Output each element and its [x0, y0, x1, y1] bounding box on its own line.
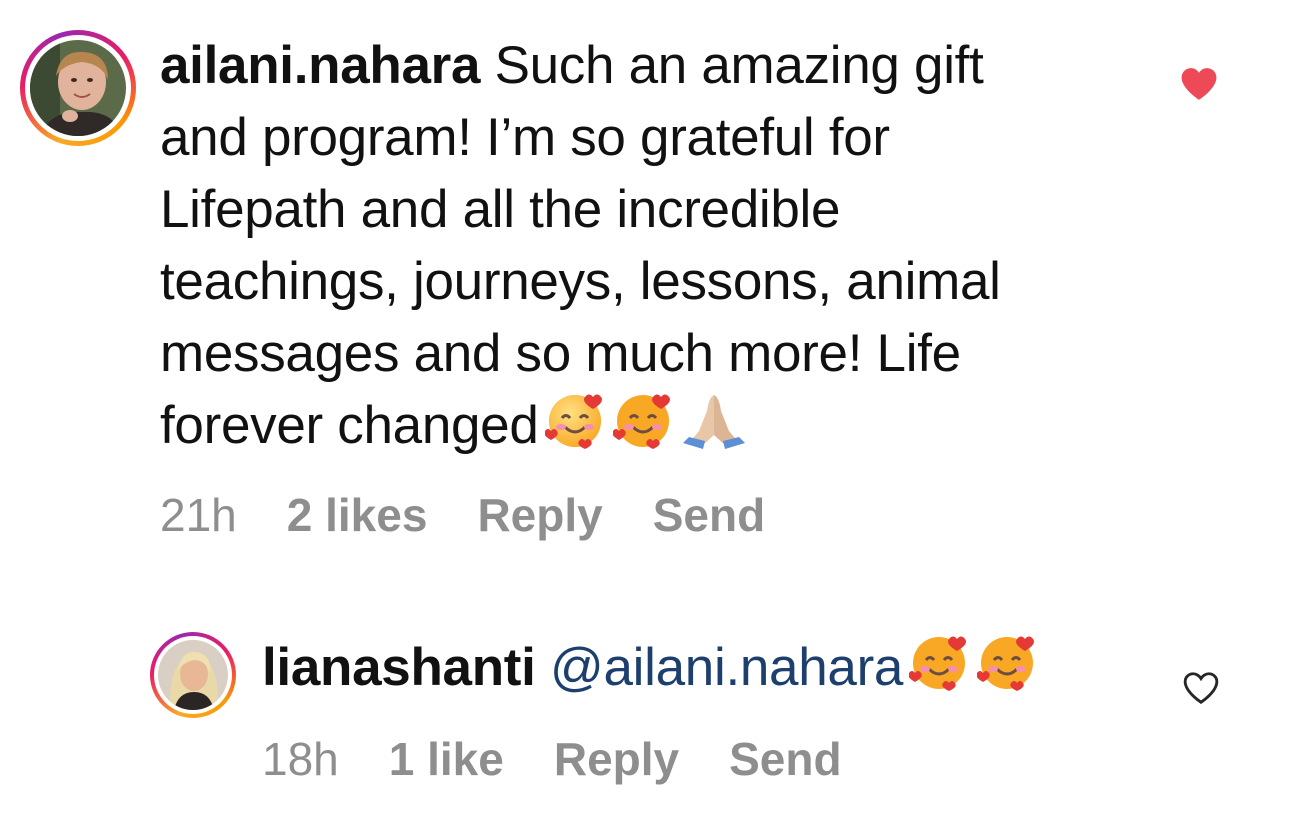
comment-line: teachings, journeys, lessons, animal: [160, 252, 1001, 311]
avatar-story-ring[interactable]: [150, 632, 236, 718]
like-heart-icon[interactable]: [1180, 66, 1218, 107]
smiling-face-with-hearts-icon: [543, 391, 607, 468]
comment-body: lianashanti @ailani.nahara: [262, 632, 1162, 710]
timestamp: 21h: [160, 489, 237, 541]
comment-line: ailani.nahara Such an amazing gift: [160, 30, 1120, 102]
avatar: [158, 640, 228, 710]
send-button[interactable]: Send: [729, 732, 841, 786]
smiling-face-with-hearts-icon: [611, 391, 675, 468]
mention-link[interactable]: @ailani.nahara: [550, 638, 903, 697]
reply-button[interactable]: Reply: [477, 488, 602, 542]
smiling-face-with-hearts-icon: [976, 633, 1039, 710]
comment-line: Lifepath and all the incredible: [160, 180, 841, 239]
likes-count-button[interactable]: 2 likes: [287, 488, 428, 542]
username-link[interactable]: ailani.nahara: [160, 36, 480, 95]
send-button[interactable]: Send: [653, 488, 765, 542]
comment-text: Such an amazing gift: [480, 36, 984, 95]
username-link[interactable]: lianashanti: [262, 638, 536, 697]
avatar: [30, 40, 126, 136]
comment-line: and program! I’m so grateful for: [160, 108, 890, 167]
avatar-story-ring[interactable]: [20, 30, 136, 146]
like-heart-outline-icon[interactable]: [1182, 670, 1220, 711]
comment-line: messages and so much more! Life: [160, 324, 961, 383]
comment-line: forever changed: [160, 390, 1120, 468]
smiling-face-with-hearts-icon: [908, 633, 971, 710]
likes-count-button[interactable]: 1 like: [389, 732, 504, 786]
reply-button[interactable]: Reply: [554, 732, 679, 786]
comment-meta: 21h 2 likes Reply Send: [160, 488, 765, 542]
timestamp: 18h: [262, 733, 339, 785]
comment-meta: 18h 1 like Reply Send: [262, 732, 842, 786]
comment-body: ailani.nahara Such an amazing gift and p…: [160, 30, 1120, 468]
folded-hands-icon: [681, 391, 747, 468]
